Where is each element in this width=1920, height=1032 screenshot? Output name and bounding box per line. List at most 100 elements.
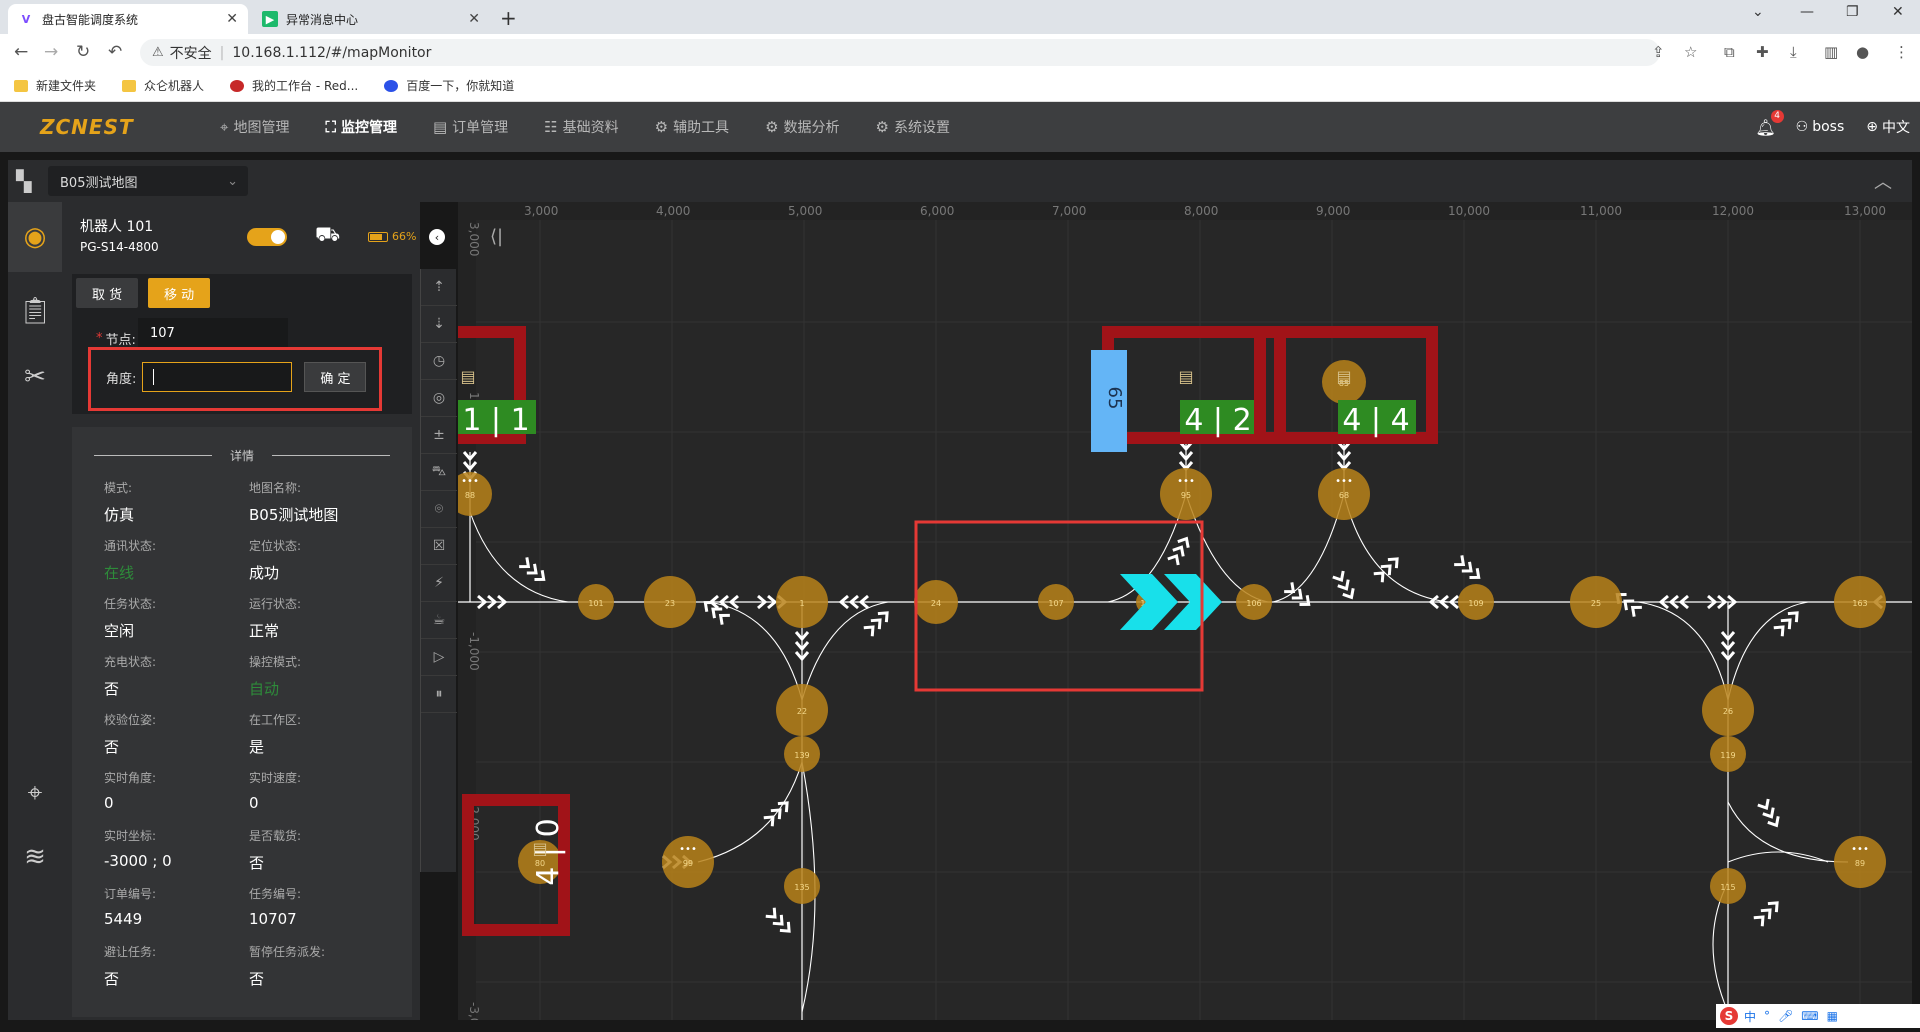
warning-icon: ⚠ [152,45,164,60]
robot-toggle[interactable] [247,228,287,246]
gear-icon: ⚙ [875,118,889,136]
crosshair-icon[interactable]: ⌖ [8,758,62,828]
sidepanel-icon[interactable]: ▥ [1824,43,1838,61]
node-input[interactable]: 107 [138,318,288,348]
profile-icon[interactable]: ● [1856,43,1869,61]
detail-value: 仿真 [104,506,135,524]
ime-lang[interactable]: 中 [1744,1008,1756,1025]
detail-label: 地图名称: [249,481,302,495]
x-tick-label: 3,000 [524,204,558,218]
map-selector[interactable]: B05测试地图 ⌄ [48,166,248,196]
back-icon[interactable]: ← [14,42,28,62]
clock-icon[interactable]: ◷ [421,343,457,380]
menu-label: 监控管理 [340,120,397,136]
x-tick-label: 12,000 [1712,204,1754,218]
restore-icon[interactable]: ❐ [1846,4,1859,20]
detail-value: 是 [249,738,265,756]
node-label: 22 [797,707,807,716]
charge-icon[interactable]: ⚡︎ [421,565,457,602]
tab-title: 异常消息中心 [286,12,359,27]
x-tick-label: 9,000 [1316,204,1350,218]
pin-icon[interactable]: ⌾ [421,491,457,528]
panel-collapse-icon[interactable]: ‹ [429,229,445,245]
sogou-icon: S [1720,1007,1738,1025]
node-dots-icon: ••• [679,844,697,855]
detail-value: 正常 [249,622,280,640]
close-window-icon[interactable]: ✕ [1892,4,1904,20]
url-field[interactable]: ⚠ 不安全 | 10.168.1.112/#/mapMonitor [140,39,1660,66]
user-name[interactable]: boss [1812,119,1844,135]
url-separator: | [219,44,225,61]
collapse-up-icon[interactable]: ︿ [1874,168,1892,194]
crop-icon[interactable]: ⧉ [1724,43,1735,61]
browser-tab-alerts[interactable]: ▶ 异常消息中心 ✕ [252,4,490,34]
language-switch[interactable]: 中文 [1882,117,1910,137]
bookmark-item[interactable]: 我的工作台 - Red... [230,77,358,94]
blue-marker-label: 65 [1104,387,1125,410]
layers-icon[interactable]: ≋ [8,822,62,892]
bookmark-item[interactable]: 新建文件夹 [14,77,96,94]
browser-menu-icon[interactable]: ⋮ [1894,43,1909,61]
forward-icon[interactable]: → [44,42,58,62]
ime-tools-icon[interactable]: °🎤︎⌨▦ [1764,1009,1846,1023]
undo-icon[interactable]: ↶ [108,42,122,62]
menu-tools[interactable]: ⚙ 辅助工具 [655,117,729,137]
close-tab-icon[interactable]: ✕ [468,11,480,27]
plus-icon[interactable]: ± [421,417,457,454]
menu-data-analysis[interactable]: ⚙ 数据分析 [765,117,839,137]
detail-field: 任务状态: 空闲 [104,595,156,641]
content-area: ▚ B05测试地图 ⌄ ︿ ◉ 📋︎ ✂ ⌖ ≋ 机器人 101 PG-S14-… [0,152,1920,1032]
menu-basic-data[interactable]: ☷ 基础资料 [544,117,618,137]
bookmark-item[interactable]: 众仑机器人 [122,77,204,94]
download-icon[interactable]: ⤓ [1790,43,1797,61]
bookmark-star-icon[interactable]: ☆ [1684,43,1697,61]
bookmark-item[interactable]: 百度一下，你就知道 [384,77,514,94]
extensions-icon[interactable]: ✚ [1756,43,1769,61]
cup-icon[interactable]: ☕︎ [421,602,457,639]
tab-search-icon[interactable]: ⌄ [1752,4,1764,20]
menu-system-settings[interactable]: ⚙ 系统设置 [876,117,950,137]
detail-field: 充电状态: 否 [104,653,156,699]
y-tick-label: -3,000 [467,1002,481,1020]
menu-map-management[interactable]: ⌖ 地图管理 [220,117,289,137]
detail-label: 是否载货: [249,829,302,843]
app-favicon-icon: V [21,12,31,26]
play-icon[interactable]: ▷ [421,639,457,676]
direction-arrow [1337,579,1350,591]
bookmark-label: 百度一下，你就知道 [406,79,515,93]
reload-icon[interactable]: ↻ [76,42,90,62]
node-label: 119 [1720,751,1735,760]
clipboard-icon[interactable]: 📋︎ [8,276,62,346]
tools-icon[interactable]: ✂ [8,342,62,412]
notification-bell-icon[interactable]: 🔔︎ 4 [1755,109,1784,137]
node-dots-icon: ••• [1851,844,1869,855]
node-dots-icon: ••• [1177,476,1195,487]
download-icon[interactable]: ⇣ [421,306,457,343]
detail-value: 在线 [104,564,135,582]
direction-arrow [1762,807,1775,819]
map-canvas[interactable]: 3,000 4,000 5,000 6,000 7,000 8,000 9,000 10,00… [458,202,1912,1020]
y-tick-label: 3,000 [467,222,481,256]
minimize-icon[interactable]: — [1800,4,1814,20]
move-button[interactable]: 移 动 [148,278,211,308]
menu-order-management[interactable]: ▤ 订单管理 [433,117,508,137]
upload-icon[interactable]: ⇡ [421,269,457,306]
app-logo: ZCNEST [40,115,134,139]
share-icon[interactable]: ⇪ [1652,43,1665,61]
detail-value: 5449 [104,910,143,928]
robot-monitor-icon[interactable]: ◉ [8,202,62,272]
close-tab-icon[interactable]: ✕ [226,11,238,27]
new-tab-button[interactable]: + [500,6,517,30]
node-label: 节点: [105,333,136,348]
cancel-task-icon[interactable]: ☒ [421,528,457,565]
x-tick-label: 5,000 [788,204,822,218]
car-icon[interactable]: ⛍ [421,454,457,491]
target-icon[interactable]: ◎ [421,380,457,417]
detail-field: 避让任务: 否 [104,943,156,989]
pause-icon[interactable]: ⏸︎ [421,676,457,713]
browser-tab-main[interactable]: V 盘古智能调度系统 ✕ [8,4,248,34]
pick-button[interactable]: 取 货 [76,278,139,308]
highlight-box-angle [88,347,382,411]
menu-monitor-management[interactable]: ⛶ 监控管理 [325,117,397,137]
x-tick-label: 6,000 [920,204,954,218]
